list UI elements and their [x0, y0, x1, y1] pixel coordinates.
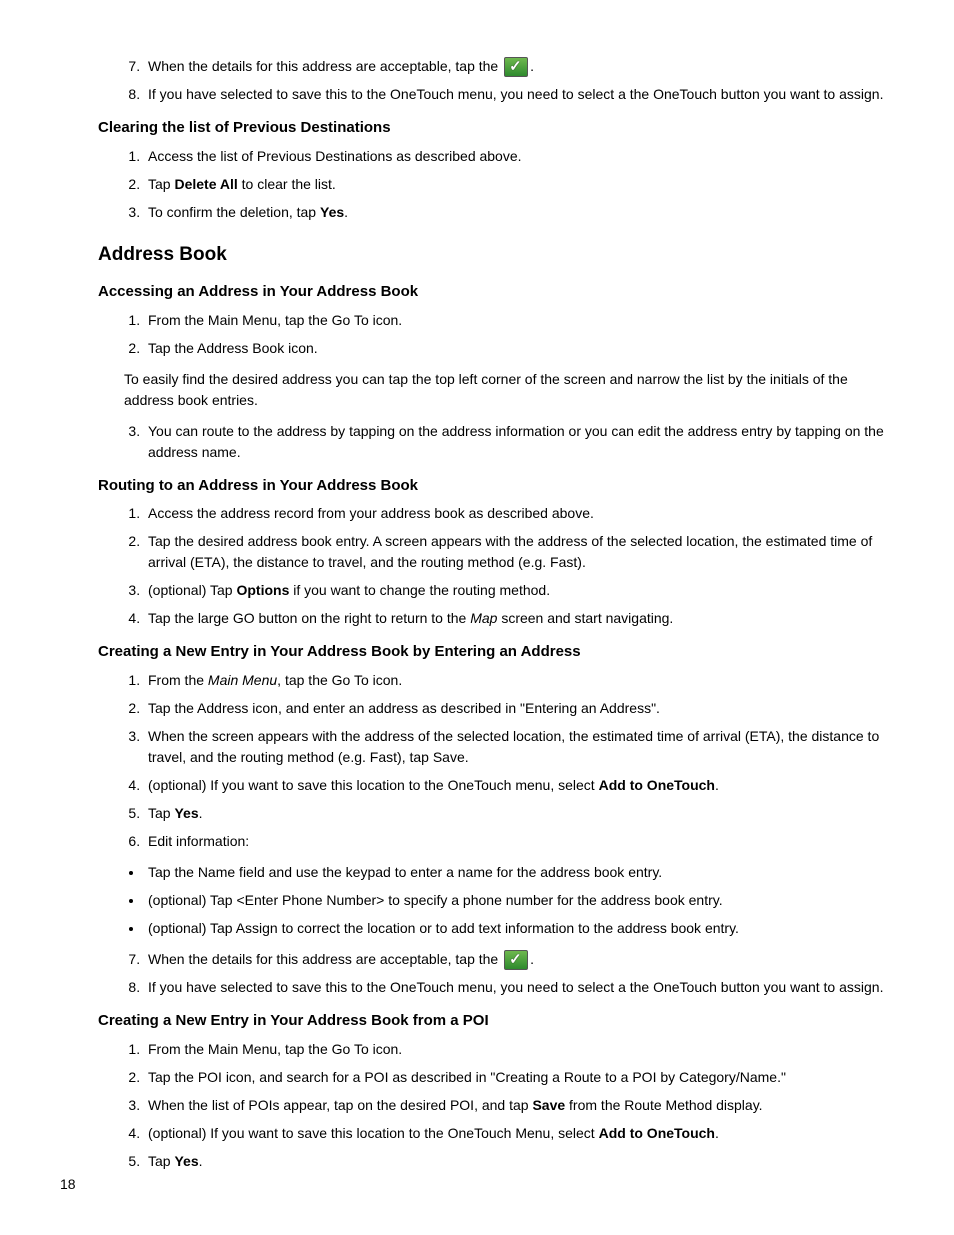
bold-text: Save — [532, 1097, 565, 1113]
bold-text: Add to OneTouch — [599, 777, 715, 793]
section-heading: Routing to an Address in Your Address Bo… — [98, 475, 894, 498]
section-heading-address-book: Address Book — [98, 241, 894, 270]
list-item: (optional) Tap <Enter Phone Number> to s… — [144, 890, 894, 911]
list-item: Tap Delete All to clear the list. — [144, 174, 894, 195]
bold-text: Delete All — [174, 176, 237, 192]
text: . — [715, 1125, 719, 1141]
text: . — [199, 805, 203, 821]
list-item: From the Main Menu, tap the Go To icon. — [144, 310, 894, 331]
checkmark-icon — [504, 950, 528, 970]
list-item: (optional) Tap Assign to correct the loc… — [144, 918, 894, 939]
checkmark-icon — [504, 57, 528, 77]
text: (optional) Tap — [148, 582, 236, 598]
text: Tap — [148, 176, 174, 192]
bold-text: Yes — [174, 805, 198, 821]
section-heading: Creating a New Entry in Your Address Boo… — [98, 1010, 894, 1033]
text: from the Route Method display. — [565, 1097, 762, 1113]
text: screen and start navigating. — [497, 610, 673, 626]
creating-addr-bullets: Tap the Name field and use the keypad to… — [98, 862, 894, 939]
text: . — [344, 204, 348, 220]
note-text: To easily find the desired address you c… — [124, 369, 894, 411]
list-item: Tap Yes. — [144, 803, 894, 824]
list-item: Access the address record from your addr… — [144, 503, 894, 524]
text: . — [530, 951, 534, 967]
text: . — [199, 1153, 203, 1169]
italic-text: Main Menu — [208, 672, 277, 688]
text: Tap the large GO button on the right to … — [148, 610, 470, 626]
list-item: Edit information: — [144, 831, 894, 852]
text: , tap the Go To icon. — [277, 672, 402, 688]
text: From the — [148, 672, 208, 688]
creating-addr-steps-continued: When the details for this address are ac… — [98, 949, 894, 998]
list-item: To confirm the deletion, tap Yes. — [144, 202, 894, 223]
routing-steps: Access the address record from your addr… — [98, 503, 894, 629]
top-continued-steps: When the details for this address are ac… — [98, 56, 894, 105]
list-item: When the details for this address are ac… — [144, 56, 894, 77]
list-item: If you have selected to save this to the… — [144, 977, 894, 998]
document-content: When the details for this address are ac… — [60, 56, 894, 1172]
list-item: When the details for this address are ac… — [144, 949, 894, 970]
bold-text: Add to OneTouch — [599, 1125, 715, 1141]
accessing-steps: From the Main Menu, tap the Go To icon. … — [98, 310, 894, 359]
list-item: When the screen appears with the address… — [144, 726, 894, 768]
italic-text: Map — [470, 610, 497, 626]
list-item: From the Main Menu, tap the Go To icon. — [144, 1039, 894, 1060]
list-item: Tap the large GO button on the right to … — [144, 608, 894, 629]
text: . — [530, 58, 534, 74]
list-item: Tap the Address icon, and enter an addre… — [144, 698, 894, 719]
list-item: Tap Yes. — [144, 1151, 894, 1172]
bold-text: Options — [236, 582, 289, 598]
section-heading: Clearing the list of Previous Destinatio… — [98, 117, 894, 140]
list-item: Tap the POI icon, and search for a POI a… — [144, 1067, 894, 1088]
page-number: 18 — [60, 1174, 76, 1195]
text: (optional) If you want to save this loca… — [148, 1125, 599, 1141]
text: When the details for this address are ac… — [148, 58, 502, 74]
list-item: When the list of POIs appear, tap on the… — [144, 1095, 894, 1116]
list-item: From the Main Menu, tap the Go To icon. — [144, 670, 894, 691]
text: When the details for this address are ac… — [148, 951, 502, 967]
text: (optional) If you want to save this loca… — [148, 777, 599, 793]
list-item: Tap the Address Book icon. — [144, 338, 894, 359]
list-item: (optional) Tap Options if you want to ch… — [144, 580, 894, 601]
list-item: You can route to the address by tapping … — [144, 421, 894, 463]
text: to clear the list. — [238, 176, 336, 192]
list-item: If you have selected to save this to the… — [144, 84, 894, 105]
text: To confirm the deletion, tap — [148, 204, 320, 220]
accessing-steps-continued: You can route to the address by tapping … — [98, 421, 894, 463]
creating-addr-steps: From the Main Menu, tap the Go To icon. … — [98, 670, 894, 852]
list-item: Tap the Name field and use the keypad to… — [144, 862, 894, 883]
text: . — [715, 777, 719, 793]
list-item: (optional) If you want to save this loca… — [144, 775, 894, 796]
bold-text: Yes — [320, 204, 344, 220]
text: Tap — [148, 805, 174, 821]
list-item: Tap the desired address book entry. A sc… — [144, 531, 894, 573]
list-item: Access the list of Previous Destinations… — [144, 146, 894, 167]
creating-poi-steps: From the Main Menu, tap the Go To icon. … — [98, 1039, 894, 1172]
list-item: (optional) If you want to save this loca… — [144, 1123, 894, 1144]
section-heading: Creating a New Entry in Your Address Boo… — [98, 641, 894, 664]
text: Tap — [148, 1153, 174, 1169]
text: if you want to change the routing method… — [289, 582, 550, 598]
text: When the list of POIs appear, tap on the… — [148, 1097, 532, 1113]
section-heading: Accessing an Address in Your Address Boo… — [98, 281, 894, 304]
clearing-steps: Access the list of Previous Destinations… — [98, 146, 894, 223]
bold-text: Yes — [174, 1153, 198, 1169]
